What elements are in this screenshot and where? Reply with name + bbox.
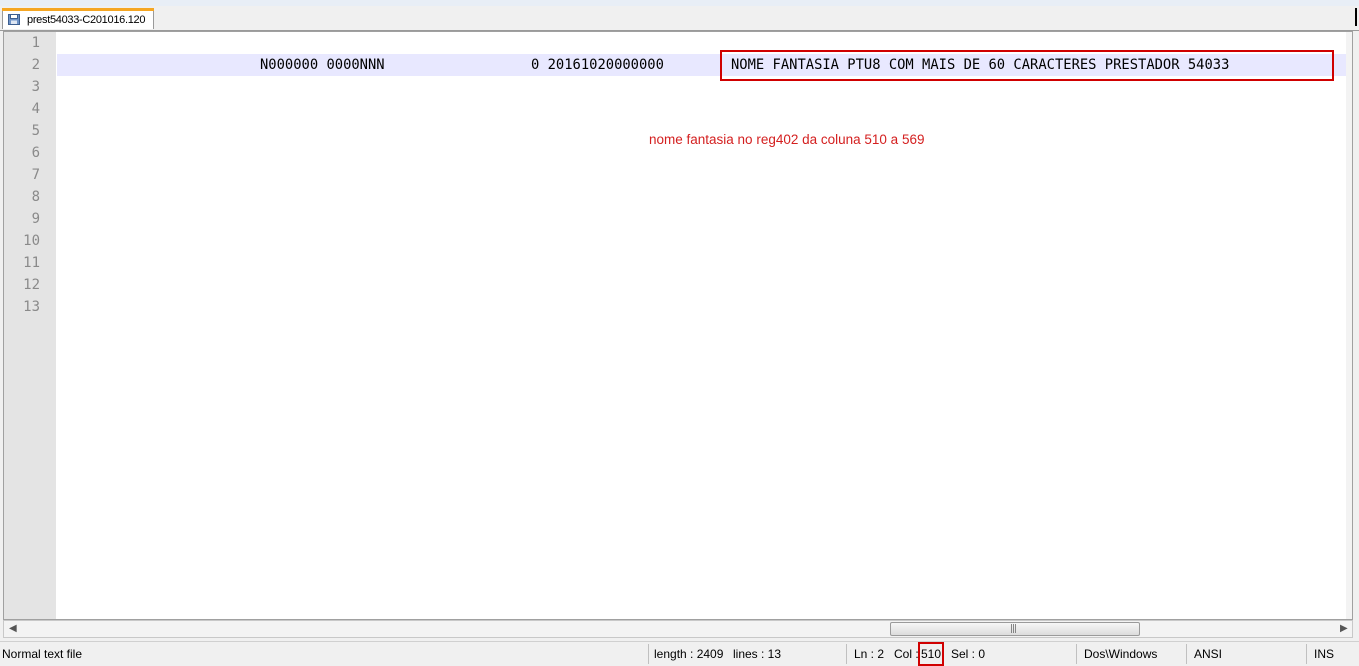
status-bar: Normal text file length : 2409 lines : 1… bbox=[0, 641, 1359, 666]
line-number: 2 bbox=[31, 57, 40, 73]
line-number: 4 bbox=[31, 101, 40, 117]
active-tab-indicator bbox=[2, 8, 154, 11]
status-eol: Dos\Windows bbox=[1084, 647, 1158, 661]
line-number: 11 bbox=[23, 255, 40, 271]
status-file-type: Normal text file bbox=[2, 647, 83, 661]
line-2-segment-a: N000000 0000NNN bbox=[260, 57, 385, 73]
status-separator bbox=[1076, 644, 1077, 664]
status-separator bbox=[846, 644, 847, 664]
line-number: 8 bbox=[31, 189, 40, 205]
status-mode: INS bbox=[1314, 647, 1335, 661]
line-number: 1 bbox=[31, 35, 40, 51]
line-number: 6 bbox=[31, 145, 40, 161]
highlight-box-column bbox=[918, 642, 944, 666]
tab-bar-edge bbox=[1355, 8, 1357, 26]
save-file-icon bbox=[8, 14, 20, 25]
status-sel: Sel : 0 bbox=[951, 647, 986, 661]
line-2-segment-b: 0 20161020000000 bbox=[531, 57, 664, 73]
line-number: 5 bbox=[31, 123, 40, 139]
status-separator bbox=[648, 644, 649, 664]
horizontal-scrollbar[interactable]: ◀ ||| ▶ bbox=[3, 620, 1353, 638]
status-encoding: ANSI bbox=[1194, 647, 1223, 661]
highlight-box-nome-fantasia bbox=[720, 50, 1334, 81]
status-lines: lines : 13 bbox=[733, 647, 782, 661]
annotation-note: nome fantasia no reg402 da coluna 510 a … bbox=[649, 132, 925, 147]
status-ln: Ln : 2 bbox=[854, 647, 885, 661]
line-number: 13 bbox=[23, 299, 40, 315]
status-length: length : 2409 bbox=[654, 647, 724, 661]
scroll-left-arrow-icon[interactable]: ◀ bbox=[9, 623, 17, 634]
scroll-right-arrow-icon[interactable]: ▶ bbox=[1340, 623, 1348, 634]
text-editor[interactable]: 1 2 3 4 5 6 7 8 9 10 11 12 13 N000000 00… bbox=[3, 31, 1353, 620]
line-number: 10 bbox=[23, 233, 40, 249]
file-tab-label: prest54033-C201016.120 bbox=[27, 14, 146, 26]
editor-right-edge bbox=[1346, 32, 1352, 619]
line-number: 7 bbox=[31, 167, 40, 183]
line-number: 9 bbox=[31, 211, 40, 227]
status-separator bbox=[1306, 644, 1307, 664]
scrollbar-thumb[interactable]: ||| bbox=[890, 622, 1140, 636]
scrollbar-grip-icon: ||| bbox=[1010, 624, 1017, 634]
line-number: 12 bbox=[23, 277, 40, 293]
line-number: 3 bbox=[31, 79, 40, 95]
file-tab[interactable]: prest54033-C201016.120 bbox=[2, 8, 154, 29]
status-separator bbox=[1186, 644, 1187, 664]
line-number-gutter: 1 2 3 4 5 6 7 8 9 10 11 12 13 bbox=[4, 32, 56, 619]
tab-bar: prest54033-C201016.120 bbox=[0, 6, 1359, 31]
status-col-label: Col : bbox=[894, 647, 919, 661]
